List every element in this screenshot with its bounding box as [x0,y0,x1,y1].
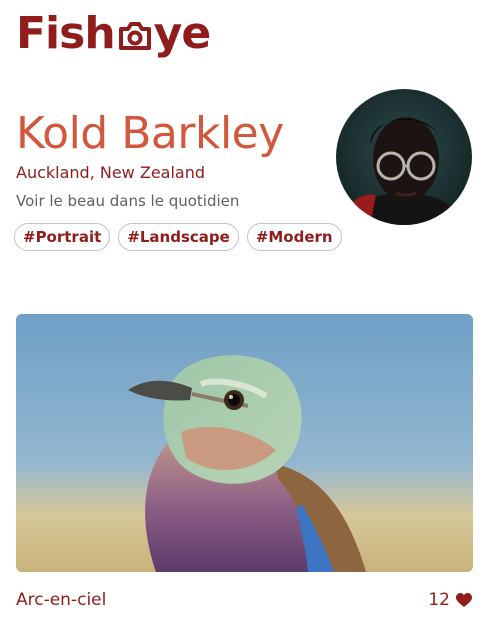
tag-list: #Portrait #Landscape #Modern [14,223,342,251]
photographer-location: Auckland, New Zealand [16,163,206,182]
tag-modern[interactable]: #Modern [246,223,342,251]
avatar [336,89,472,225]
tag-portrait[interactable]: #Portrait [14,223,111,251]
photographer-tagline: Voir le beau dans le quotidien [16,192,240,210]
logo[interactable]: Fish ye [16,8,212,60]
logo-text-left: Fish [16,8,116,59]
logo-text-right: ye [153,8,212,59]
camera-icon [118,21,152,51]
media-thumbnail[interactable] [16,314,473,572]
photographer-name: Kold Barkley [16,108,284,159]
heart-icon[interactable] [456,592,472,608]
likes-counter: 12 [428,589,472,611]
likes-count: 12 [428,590,450,610]
media-title: Arc-en-ciel [16,590,107,610]
tag-landscape[interactable]: #Landscape [118,223,239,251]
